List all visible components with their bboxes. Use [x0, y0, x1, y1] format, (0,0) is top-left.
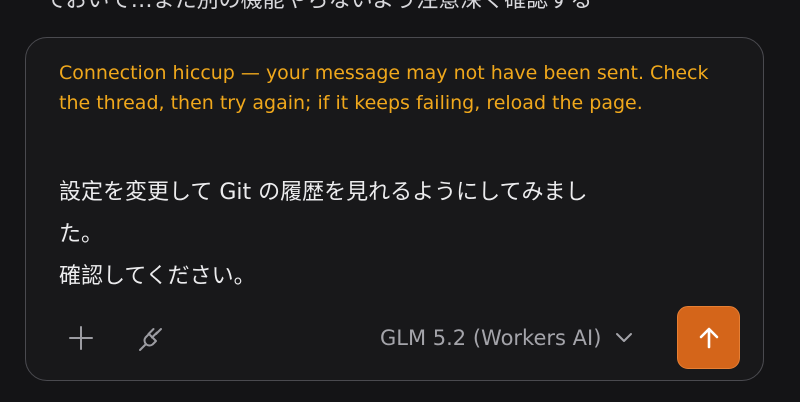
add-attachment-button[interactable] — [63, 320, 99, 356]
plus-icon — [69, 326, 93, 350]
model-selector[interactable]: GLM 5.2 (Workers AI) — [380, 322, 633, 354]
composer-toolbar: GLM 5.2 (Workers AI) — [26, 306, 763, 369]
message-input[interactable]: 設定を変更して Git の履歴を見れるようにしてみまし た。 確認してください。 — [59, 172, 699, 298]
model-label: GLM 5.2 (Workers AI) — [380, 326, 602, 350]
connect-button[interactable] — [134, 320, 170, 356]
message-composer: Connection hiccup — your message may not… — [25, 37, 764, 381]
connection-error-message: Connection hiccup — your message may not… — [59, 62, 709, 114]
previous-message-fragment: ておいて…また別の機能やらないよう注意深く確認する — [44, 0, 593, 13]
message-line: 設定を変更して Git の履歴を見れるようにしてみまし — [59, 180, 588, 205]
chat-page: ておいて…また別の機能やらないよう注意深く確認する Connection hic… — [0, 0, 800, 402]
message-line: た。 — [59, 222, 104, 247]
message-line: 確認してください。 — [59, 264, 256, 289]
plug-icon — [139, 328, 162, 351]
arrow-up-icon — [699, 327, 718, 348]
chevron-down-icon — [616, 333, 633, 342]
send-button[interactable] — [677, 306, 740, 369]
